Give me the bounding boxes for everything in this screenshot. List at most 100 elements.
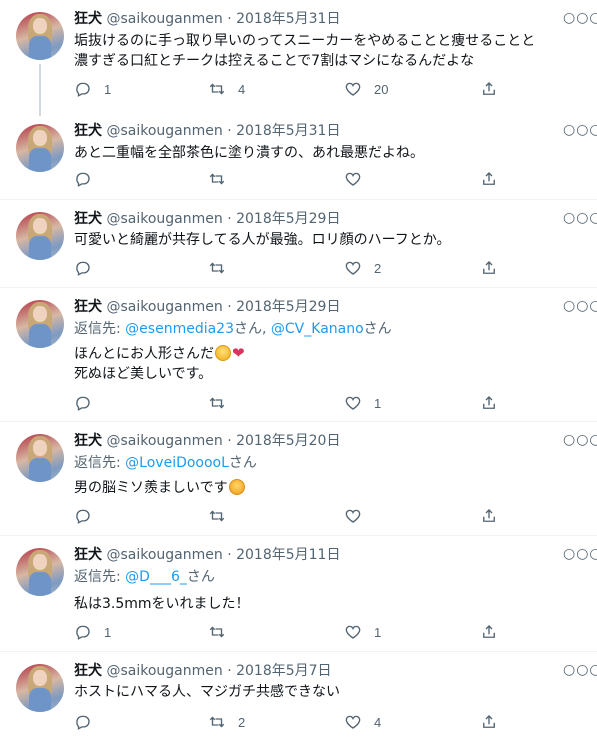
user-handle[interactable]: @saikouganmen — [106, 547, 222, 563]
like-button[interactable]: 1 — [344, 393, 381, 413]
tweet-text-line: ほんとにお人形さんだ — [74, 343, 248, 364]
mention-link[interactable]: @esenmedia23 — [125, 321, 234, 337]
smile-emoji — [228, 479, 245, 495]
display-name[interactable]: 狂犬 — [74, 123, 102, 139]
retweet-icon — [209, 397, 225, 409]
tweet-actions — [74, 169, 584, 189]
tweet-date[interactable]: 2018年5月7日 — [236, 663, 331, 679]
share-button[interactable] — [480, 506, 498, 526]
share-button[interactable] — [480, 79, 498, 99]
tweet-date[interactable]: 2018年5月31日 — [236, 123, 340, 139]
replying-to-suffix: さん — [186, 569, 215, 585]
tweet-date[interactable]: 2018年5月29日 — [236, 299, 340, 315]
reply-button[interactable] — [74, 258, 104, 278]
reply-button[interactable] — [74, 506, 104, 526]
like-button[interactable]: 4 — [344, 712, 381, 732]
display-name[interactable]: 狂犬 — [74, 11, 102, 27]
display-name[interactable]: 狂犬 — [74, 299, 102, 315]
share-button[interactable] — [480, 258, 498, 278]
user-handle[interactable]: @saikouganmen — [106, 11, 222, 27]
user-handle[interactable]: @saikouganmen — [106, 663, 222, 679]
retweet-button[interactable] — [208, 169, 238, 189]
mention-link[interactable]: @LoveiDooooL — [125, 455, 229, 471]
more-icon[interactable]: ○○○ — [563, 432, 597, 450]
avatar[interactable] — [16, 124, 64, 172]
replying-to-suffix: さん — [363, 321, 392, 337]
reply-icon — [76, 509, 90, 524]
tweet[interactable]: 狂犬 @saikouganmen · 2018年5月31日 ○○○ あと二重幅を… — [0, 112, 597, 200]
retweet-button[interactable]: 4 — [208, 79, 245, 99]
display-name[interactable]: 狂犬 — [74, 211, 102, 227]
tweet[interactable]: 狂犬 @saikouganmen · 2018年5月11日 ○○○ 返信先: @… — [0, 536, 597, 652]
share-button[interactable] — [480, 622, 498, 642]
tweet-date[interactable]: 2018年5月29日 — [236, 211, 340, 227]
separator-dot: · — [227, 547, 232, 563]
user-handle[interactable]: @saikouganmen — [106, 123, 222, 139]
share-icon — [483, 396, 495, 409]
more-icon[interactable]: ○○○ — [563, 662, 597, 680]
avatar[interactable] — [16, 434, 64, 482]
replying-to-label: 返信先: — [74, 455, 126, 471]
display-name[interactable]: 狂犬 — [74, 433, 102, 449]
display-name[interactable]: 狂犬 — [74, 547, 102, 563]
tweet-date[interactable]: 2018年5月31日 — [236, 11, 340, 27]
retweet-icon — [209, 510, 225, 522]
mention-link[interactable]: @D___6_ — [125, 569, 187, 585]
retweet-button[interactable]: 2 — [208, 712, 245, 732]
reply-button[interactable] — [74, 169, 104, 189]
avatar[interactable] — [16, 300, 64, 348]
tweet-text: ほんとにお人形さんだ — [74, 346, 214, 362]
avatar[interactable] — [16, 548, 64, 596]
separator-dot: · — [227, 11, 232, 27]
share-icon — [483, 625, 495, 638]
avatar[interactable] — [16, 664, 64, 712]
reply-button[interactable]: 1 — [74, 79, 111, 99]
tweet[interactable]: 狂犬 @saikouganmen · 2018年5月20日 ○○○ 返信先: @… — [0, 422, 597, 536]
thread-connector-line — [39, 64, 41, 116]
like-button[interactable]: 1 — [344, 622, 381, 642]
retweet-button[interactable] — [208, 506, 238, 526]
like-button[interactable] — [344, 506, 374, 526]
reply-button[interactable]: 1 — [74, 622, 111, 642]
display-name[interactable]: 狂犬 — [74, 663, 102, 679]
reply-icon — [76, 261, 90, 276]
separator-dot: · — [227, 211, 232, 227]
tweet-actions: 1 4 20 — [74, 79, 584, 99]
heart-icon — [345, 625, 361, 639]
share-button[interactable] — [480, 712, 498, 732]
tweet[interactable]: 狂犬 @saikouganmen · 2018年5月7日 ○○○ ホストにハマる… — [0, 652, 597, 742]
avatar[interactable] — [16, 12, 64, 60]
user-handle[interactable]: @saikouganmen — [106, 211, 222, 227]
retweet-icon — [209, 83, 225, 95]
like-button[interactable]: 20 — [344, 79, 388, 99]
tweet-date[interactable]: 2018年5月11日 — [236, 547, 340, 563]
tweet[interactable]: 狂犬 @saikouganmen · 2018年5月31日 ○○○ 垢抜けるのに… — [0, 0, 597, 116]
share-icon — [483, 509, 495, 522]
separator-dot: · — [227, 433, 232, 449]
user-handle[interactable]: @saikouganmen — [106, 299, 222, 315]
mention-link[interactable]: @CV_Kanano — [271, 321, 364, 337]
retweet-button[interactable] — [208, 622, 238, 642]
more-icon[interactable]: ○○○ — [563, 122, 597, 140]
reply-button[interactable] — [74, 712, 104, 732]
tweet-date[interactable]: 2018年5月20日 — [236, 433, 340, 449]
tweet-text: 男の脳ミソ羨ましいです — [74, 480, 228, 496]
share-icon — [483, 261, 495, 274]
avatar[interactable] — [16, 212, 64, 260]
more-icon[interactable]: ○○○ — [563, 10, 597, 28]
tweet-actions: 1 — [74, 393, 584, 413]
more-icon[interactable]: ○○○ — [563, 546, 597, 564]
user-handle[interactable]: @saikouganmen — [106, 433, 222, 449]
reply-button[interactable] — [74, 393, 104, 413]
retweet-button[interactable] — [208, 393, 238, 413]
more-icon[interactable]: ○○○ — [563, 210, 597, 228]
reply-icon — [76, 82, 90, 97]
share-button[interactable] — [480, 393, 498, 413]
more-icon[interactable]: ○○○ — [563, 298, 597, 316]
like-button[interactable]: 2 — [344, 258, 381, 278]
share-button[interactable] — [480, 169, 498, 189]
like-button[interactable] — [344, 169, 374, 189]
tweet[interactable]: 狂犬 @saikouganmen · 2018年5月29日 ○○○ 可愛いと綺麗… — [0, 200, 597, 288]
retweet-button[interactable] — [208, 258, 238, 278]
tweet[interactable]: 狂犬 @saikouganmen · 2018年5月29日 ○○○ 返信先: @… — [0, 288, 597, 422]
